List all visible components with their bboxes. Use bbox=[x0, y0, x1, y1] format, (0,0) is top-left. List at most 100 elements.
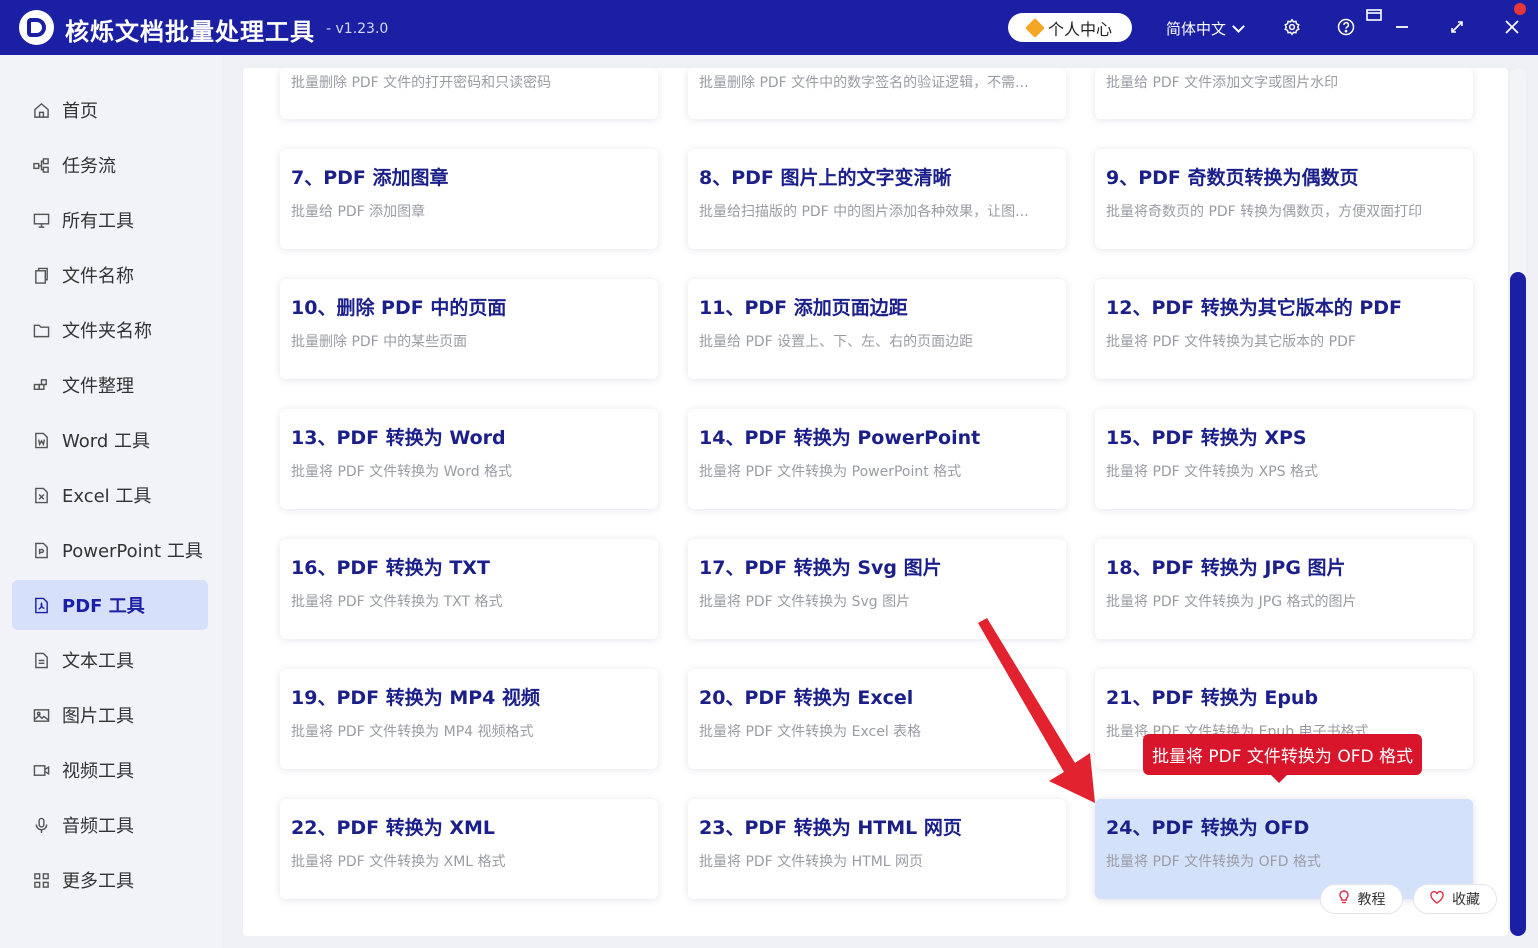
app-version: - v1.23.0 bbox=[326, 21, 389, 37]
tool-card[interactable]: 24、PDF 转换为 OFD 批量将 PDF 文件转换为 OFD 格式 bbox=[1095, 799, 1473, 899]
sidebar: 首页任务流所有工具文件名称文件夹名称文件整理 Word 工具 Excel 工具 Pow… bbox=[0, 55, 222, 948]
tool-card-description: 批量给 PDF 文件添加文字或图片水印 bbox=[1106, 75, 1339, 91]
title-bar: 核烁文档批量处理工具 - v1.23.0 个人中心 简体中文 bbox=[0, 0, 1538, 55]
tool-card[interactable]: 批量删除 PDF 文件的打开密码和只读密码 bbox=[280, 68, 658, 119]
tool-card[interactable]: 批量删除 PDF 文件中的数字签名的验证逻辑，不需... bbox=[688, 68, 1066, 119]
tool-card[interactable]: 22、PDF 转换为 XML 批量将 PDF 文件转换为 XML 格式 bbox=[280, 799, 658, 899]
favorite-label: 收藏 bbox=[1452, 892, 1480, 908]
close-icon[interactable] bbox=[1500, 15, 1524, 39]
lightbulb-icon bbox=[1338, 890, 1350, 908]
tutorial-button[interactable]: 教程 bbox=[1320, 884, 1403, 914]
tool-card-description: 批量将 PDF 文件转换为 XML 格式 bbox=[291, 854, 506, 870]
tool-card[interactable]: 17、PDF 转换为 Svg 图片 批量将 PDF 文件转换为 Svg 图片 bbox=[688, 539, 1066, 639]
sidebar-item-14[interactable]: 音频工具 bbox=[12, 800, 208, 850]
sidebar-item-10[interactable]: PDF 工具 bbox=[12, 580, 208, 630]
app-logo-icon bbox=[19, 10, 54, 45]
scrollbar[interactable] bbox=[1510, 68, 1526, 936]
help-icon[interactable] bbox=[1334, 15, 1358, 39]
sidebar-item-label: 首页 bbox=[62, 101, 98, 122]
tool-card[interactable]: 12、PDF 转换为其它版本的 PDF 批量将 PDF 文件转换为其它版本的 PD… bbox=[1095, 279, 1473, 379]
tool-card-description: 批量将 PDF 文件转换为其它版本的 PDF bbox=[1106, 334, 1356, 350]
tool-card-title: 24、PDF 转换为 OFD bbox=[1106, 817, 1310, 839]
tool-card[interactable]: 15、PDF 转换为 XPS 批量将 PDF 文件转换为 XPS 格式 bbox=[1095, 409, 1473, 509]
scroll-thumb[interactable] bbox=[1510, 272, 1526, 936]
tool-card[interactable]: 9、PDF 奇数页转换为偶数页批量将奇数页的 PDF 转换为偶数页，方便双面打印 bbox=[1095, 149, 1473, 249]
sidebar-item-12[interactable]: 图片工具 bbox=[12, 690, 208, 740]
tutorial-label: 教程 bbox=[1357, 892, 1386, 908]
tool-card-title: 13、PDF 转换为 Word bbox=[291, 427, 506, 449]
tool-card-title: 7、PDF 添加图章 bbox=[291, 167, 449, 189]
tool-card-description: 批量将 PDF 文件转换为 JPG 格式的图片 bbox=[1106, 594, 1357, 610]
tool-card-description: 批量将 PDF 文件转换为 XPS 格式 bbox=[1106, 464, 1318, 480]
sidebar-item-label: 文件名称 bbox=[62, 266, 134, 287]
sidebar-item-11[interactable]: 文本工具 bbox=[12, 635, 208, 685]
sidebar-item-1[interactable]: 首页 bbox=[12, 85, 208, 135]
tool-card[interactable]: 18、PDF 转换为 JPG 图片 批量将 PDF 文件转换为 JPG 格式的图片 bbox=[1095, 539, 1473, 639]
tool-card-title: 14、PDF 转换为 PowerPoint bbox=[699, 427, 981, 449]
mini-window-icon[interactable] bbox=[1362, 4, 1386, 28]
tool-card-description: 批量删除 PDF 文件中的数字签名的验证逻辑，不需... bbox=[699, 75, 1029, 91]
tool-card-title: 11、PDF 添加页面边距 bbox=[699, 297, 908, 319]
user-center-button[interactable]: 个人中心 bbox=[1008, 13, 1132, 42]
image-icon bbox=[32, 706, 50, 724]
sidebar-item-8[interactable]: Excel 工具 bbox=[12, 470, 208, 520]
tool-card-title: 20、PDF 转换为 Excel bbox=[699, 687, 914, 709]
user-center-label: 个人中心 bbox=[1047, 19, 1112, 39]
tool-card-title: 22、PDF 转换为 XML bbox=[291, 817, 496, 839]
language-selector[interactable]: 简体中文 bbox=[1166, 18, 1245, 39]
vip-diamond-icon bbox=[1025, 17, 1045, 38]
tool-card[interactable]: 批量给 PDF 文件添加文字或图片水印 bbox=[1095, 68, 1473, 119]
sidebar-item-label: 图片工具 bbox=[62, 706, 134, 727]
sidebar-item-label: 视频工具 bbox=[62, 761, 134, 782]
gear-icon[interactable] bbox=[1280, 15, 1304, 39]
tool-card-description: 批量将奇数页的 PDF 转换为偶数页，方便双面打印 bbox=[1106, 204, 1423, 220]
monitor-icon bbox=[32, 211, 50, 229]
language-label: 简体中文 bbox=[1166, 20, 1227, 38]
sidebar-item-13[interactable]: 视频工具 bbox=[12, 745, 208, 795]
sidebar-item-3[interactable]: 所有工具 bbox=[12, 195, 208, 245]
tool-card-description: 批量给扫描版的 PDF 中的图片添加各种效果，让图... bbox=[699, 204, 1029, 220]
tool-card-description: 批量将 PDF 文件转换为 Excel 表格 bbox=[699, 724, 922, 740]
sidebar-item-label: 任务流 bbox=[62, 156, 116, 177]
tool-card[interactable]: 14、PDF 转换为 PowerPoint 批量将 PDF 文件转换为 Power… bbox=[688, 409, 1066, 509]
word-file-icon bbox=[32, 431, 50, 449]
sidebar-item-15[interactable]: 更多工具 bbox=[12, 855, 208, 905]
sidebar-item-9[interactable]: PowerPoint 工具 bbox=[12, 525, 208, 575]
sidebar-item-4[interactable]: 文件名称 bbox=[12, 250, 208, 300]
app-title: 核烁文档批量处理工具 bbox=[65, 18, 315, 46]
tool-card[interactable]: 13、PDF 转换为 Word 批量将 PDF 文件转换为 Word 格式 bbox=[280, 409, 658, 509]
tool-card-description: 批量删除 PDF 文件的打开密码和只读密码 bbox=[291, 75, 552, 91]
tool-card[interactable]: 23、PDF 转换为 HTML 网页 批量将 PDF 文件转换为 HTML 网页 bbox=[688, 799, 1066, 899]
sidebar-item-label: PDF 工具 bbox=[62, 596, 145, 617]
tool-card[interactable]: 8、PDF 图片上的文字变清晰批量给扫描版的 PDF 中的图片添加各种效果，让图… bbox=[688, 149, 1066, 249]
sidebar-item-6[interactable]: 文件整理 bbox=[12, 360, 208, 410]
sidebar-item-5[interactable]: 文件夹名称 bbox=[12, 305, 208, 355]
tool-card-description: 批量将 PDF 文件转换为 PowerPoint 格式 bbox=[699, 464, 962, 480]
favorite-button[interactable]: 收藏 bbox=[1413, 884, 1497, 914]
maximize-icon[interactable] bbox=[1445, 15, 1469, 39]
tool-card-title: 16、PDF 转换为 TXT bbox=[291, 557, 490, 579]
tool-card[interactable]: 10、删除 PDF 中的页面 批量删除 PDF 中的某些页面 bbox=[280, 279, 658, 379]
tool-card[interactable]: 16、PDF 转换为 TXT 批量将 PDF 文件转换为 TXT 格式 bbox=[280, 539, 658, 639]
tool-card[interactable]: 20、PDF 转换为 Excel 批量将 PDF 文件转换为 Excel 表格 bbox=[688, 669, 1066, 769]
tool-card-title: 17、PDF 转换为 Svg 图片 bbox=[699, 557, 942, 579]
tool-card-title: 9、PDF 奇数页转换为偶数页 bbox=[1106, 167, 1359, 189]
sidebar-item-label: 所有工具 bbox=[62, 211, 134, 232]
sidebar-item-label: 音频工具 bbox=[62, 816, 134, 837]
sidebar-item-label: 文件整理 bbox=[62, 376, 134, 397]
video-icon bbox=[32, 761, 50, 779]
tool-card[interactable]: 19、PDF 转换为 MP4 视频 批量将 PDF 文件转换为 MP4 视频格式 bbox=[280, 669, 658, 769]
tool-card[interactable]: 7、PDF 添加图章 批量给 PDF 添加图章 bbox=[280, 149, 658, 249]
sidebar-item-label: PowerPoint 工具 bbox=[62, 541, 203, 562]
sidebar-item-2[interactable]: 任务流 bbox=[12, 140, 208, 190]
sidebar-item-7[interactable]: Word 工具 bbox=[12, 415, 208, 465]
tool-card-title: 8、PDF 图片上的文字变清晰 bbox=[699, 167, 952, 189]
minimize-icon[interactable] bbox=[1390, 15, 1414, 39]
file-copy-icon bbox=[32, 266, 50, 284]
tool-card-description: 批量将 PDF 文件转换为 Word 格式 bbox=[291, 464, 513, 480]
chevron-down-icon bbox=[1232, 19, 1245, 33]
sidebar-item-label: 文本工具 bbox=[62, 651, 134, 672]
tool-card-title: 23、PDF 转换为 HTML 网页 bbox=[699, 817, 962, 839]
tool-card-description: 批量给 PDF 设置上、下、左、右的页面边距 bbox=[699, 334, 974, 350]
tool-card[interactable]: 11、PDF 添加页面边距批量给 PDF 设置上、下、左、右的页面边距 bbox=[688, 279, 1066, 379]
